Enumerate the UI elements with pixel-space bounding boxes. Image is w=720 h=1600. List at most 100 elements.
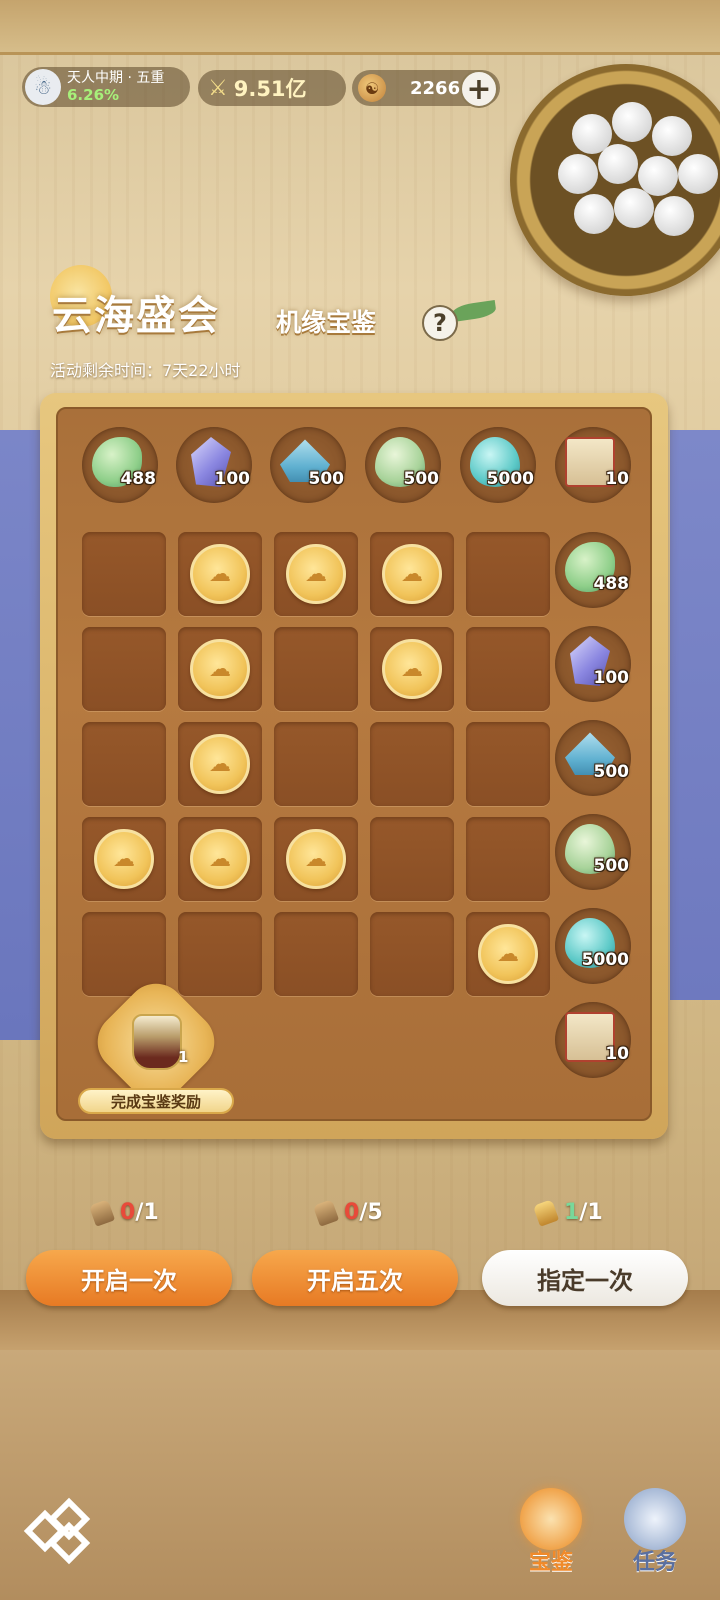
combat-power: ⚔ 9.51亿 xyxy=(198,70,346,106)
designate-total: /1 xyxy=(579,1200,603,1225)
cloud-medal-icon: ☁ xyxy=(190,829,250,889)
rank-progress: 6.26% xyxy=(67,86,120,104)
board-cell-r1-c2[interactable]: ☁ xyxy=(178,532,262,616)
complete-reward-qty: 1 xyxy=(178,1048,189,1066)
tab-treasure-label: 宝鉴 xyxy=(528,1550,573,1575)
board-cell-r1-c1[interactable] xyxy=(82,532,166,616)
cloud-medal-icon: ☁ xyxy=(94,829,154,889)
board-cell-r4-c3[interactable]: ☁ xyxy=(274,817,358,901)
board-cell-r2-c1[interactable] xyxy=(82,627,166,711)
floor xyxy=(0,1350,720,1600)
board-cell-r3-c3[interactable] xyxy=(274,722,358,806)
reward-qty: 5000 xyxy=(581,950,629,970)
board-cell-r1-c3[interactable]: ☁ xyxy=(274,532,358,616)
board-cell-r5-c5[interactable]: ☁ xyxy=(466,912,550,996)
row-reward-4[interactable]: 500 xyxy=(555,814,631,890)
diagonal-reward[interactable]: 10 xyxy=(555,1002,631,1078)
row-reward-1[interactable]: 488 xyxy=(555,532,631,608)
crossed-swords-icon: ⚔ xyxy=(208,75,228,101)
cloud-medal-icon: ☁ xyxy=(286,544,346,604)
column-reward-5[interactable]: 5000 xyxy=(460,427,536,503)
bell-icon xyxy=(88,1198,116,1227)
open-once-button[interactable]: 开启一次 xyxy=(26,1250,232,1306)
game-logo-icon[interactable] xyxy=(23,1496,94,1566)
board-cell-r4-c1[interactable]: ☁ xyxy=(82,817,166,901)
board-cell-r5-c4[interactable] xyxy=(370,912,454,996)
cloud-medal-icon: ☁ xyxy=(382,639,442,699)
cloud-medal-icon: ☁ xyxy=(190,734,250,794)
blue-cloth-right xyxy=(670,430,720,1000)
help-button[interactable]: ? xyxy=(422,305,458,341)
reward-qty: 488 xyxy=(120,469,157,489)
mask-armor-icon xyxy=(132,1014,182,1070)
open-once-counter: 0 /1 xyxy=(88,1198,159,1227)
board-cell-r1-c4[interactable]: ☁ xyxy=(370,532,454,616)
combat-power-value: 9.51亿 xyxy=(233,77,307,101)
reward-qty: 10 xyxy=(605,1044,629,1064)
board-cell-r4-c4[interactable] xyxy=(370,817,454,901)
tab-treasure[interactable]: 宝鉴 xyxy=(516,1488,586,1576)
open-five-button[interactable]: 开启五次 xyxy=(252,1250,458,1306)
board-cell-r2-c3[interactable] xyxy=(274,627,358,711)
board-cell-r1-c5[interactable] xyxy=(466,532,550,616)
cloud-medal-icon: ☁ xyxy=(190,639,250,699)
board-cell-r3-c2[interactable]: ☁ xyxy=(178,722,262,806)
reward-qty: 5000 xyxy=(486,469,534,489)
row-reward-5[interactable]: 5000 xyxy=(555,908,631,984)
board-cell-r3-c4[interactable] xyxy=(370,722,454,806)
column-reward-4[interactable]: 500 xyxy=(365,427,441,503)
tab-tasks[interactable]: 任务 xyxy=(620,1488,690,1576)
row-reward-3[interactable]: 500 xyxy=(555,720,631,796)
rank-status[interactable]: ☃ 天人中期 · 五重 6.26% xyxy=(22,67,190,107)
board-cell-r3-c5[interactable] xyxy=(466,722,550,806)
reward-qty: 500 xyxy=(593,762,630,782)
open-once-total: /1 xyxy=(135,1200,159,1225)
column-reward-6[interactable]: 10 xyxy=(555,427,631,503)
open-five-current: 0 xyxy=(344,1200,360,1225)
board-cell-r4-c2[interactable]: ☁ xyxy=(178,817,262,901)
board-cell-r2-c5[interactable] xyxy=(466,627,550,711)
event-title: 云海盛会 xyxy=(52,293,220,339)
tab-tasks-label: 任务 xyxy=(632,1550,677,1575)
designate-current: 1 xyxy=(564,1200,580,1225)
cloud-medal-icon: ☁ xyxy=(190,544,250,604)
leaf-decoration xyxy=(451,300,497,322)
complete-reward[interactable]: 1 完成宝鉴奖励 xyxy=(78,971,234,1114)
task-scroll-icon xyxy=(624,1488,686,1550)
open-five-total: /5 xyxy=(359,1200,383,1225)
board-cell-r5-c2[interactable] xyxy=(178,912,262,996)
reward-qty: 500 xyxy=(308,469,345,489)
reward-qty: 500 xyxy=(593,856,630,876)
currency-value: 2266 xyxy=(410,77,461,99)
row-reward-2[interactable]: 100 xyxy=(555,626,631,702)
board-cell-r5-c3[interactable] xyxy=(274,912,358,996)
rank-name: 天人中期 · 五重 xyxy=(67,70,165,86)
cloud-medal-icon: ☁ xyxy=(382,544,442,604)
board-cell-r2-c4[interactable]: ☁ xyxy=(370,627,454,711)
spirit-coin-icon: ☯ xyxy=(358,74,386,102)
reward-qty: 488 xyxy=(593,574,630,594)
reward-qty: 500 xyxy=(403,469,440,489)
bell-icon xyxy=(312,1198,340,1227)
avatar: ☃ xyxy=(25,69,61,105)
board-cell-r2-c2[interactable]: ☁ xyxy=(178,627,262,711)
cloud-medal-icon: ☁ xyxy=(286,829,346,889)
top-wood-band xyxy=(0,0,720,55)
cloud-medal-icon: ☁ xyxy=(478,924,538,984)
add-currency-button[interactable]: + xyxy=(460,70,498,108)
event-timer: 活动剩余时间：7天22小时 xyxy=(50,361,241,380)
board-cell-r4-c5[interactable] xyxy=(466,817,550,901)
complete-reward-label: 完成宝鉴奖励 xyxy=(78,1088,234,1114)
board-cell-r3-c1[interactable] xyxy=(82,722,166,806)
event-subtitle: 机缘宝鉴 xyxy=(276,308,377,337)
column-reward-1[interactable]: 488 xyxy=(82,427,158,503)
reward-qty: 100 xyxy=(214,469,251,489)
column-reward-3[interactable]: 500 xyxy=(270,427,346,503)
designate-once-button[interactable]: 指定一次 xyxy=(482,1250,688,1306)
open-once-current: 0 xyxy=(120,1200,136,1225)
column-reward-2[interactable]: 100 xyxy=(176,427,252,503)
rice-ball-pot-decoration xyxy=(510,64,720,296)
reward-qty: 100 xyxy=(593,668,630,688)
treasure-mirror-icon xyxy=(520,1488,582,1550)
open-five-counter: 0 /5 xyxy=(312,1198,383,1227)
